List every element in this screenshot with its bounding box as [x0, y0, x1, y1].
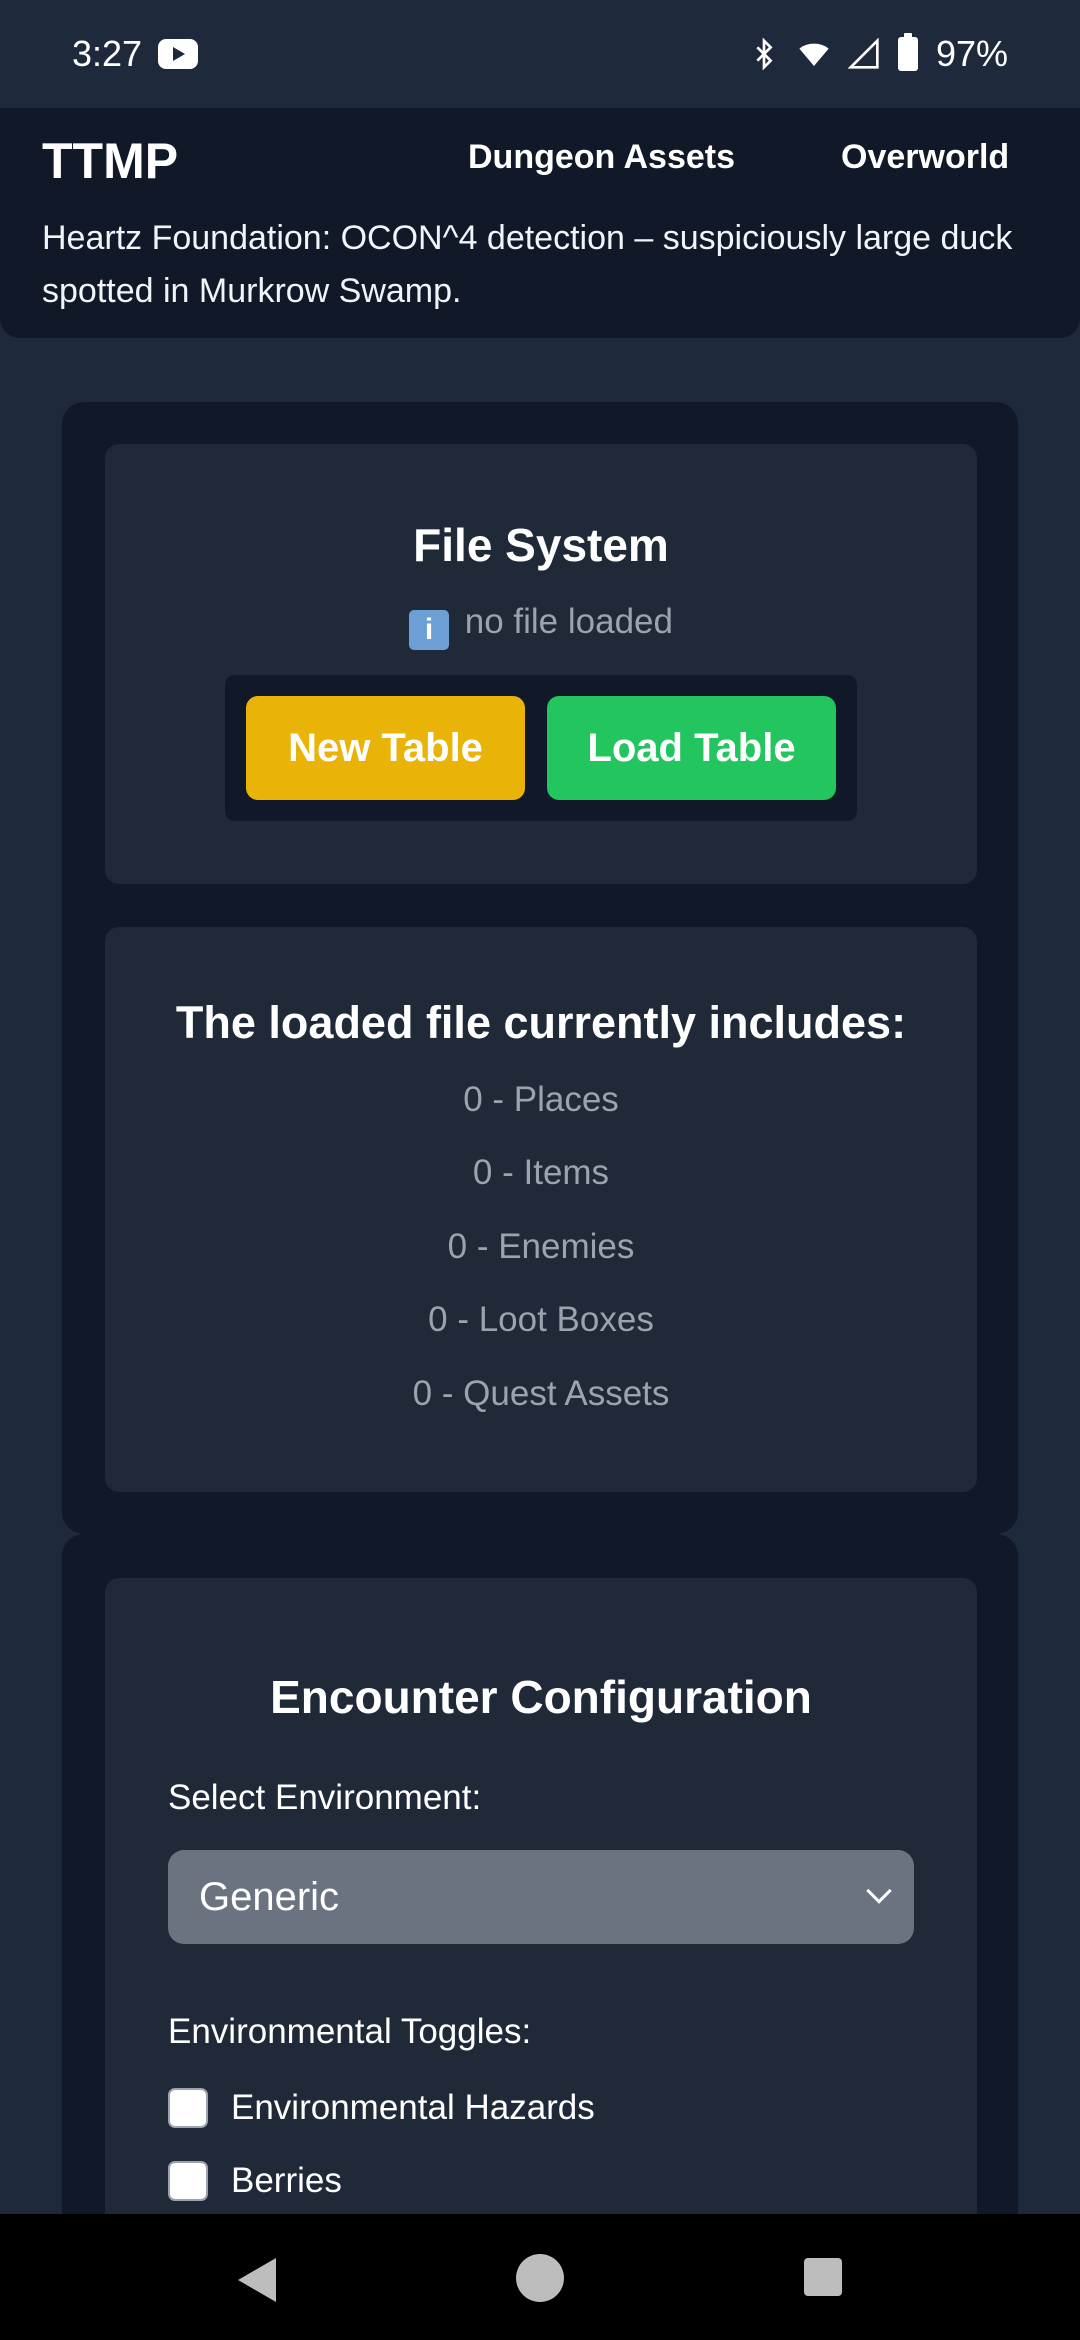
- includes-items: 0 - Items: [472, 1153, 610, 1192]
- back-icon[interactable]: [238, 2258, 276, 2302]
- includes-places: 0 - Places: [463, 1080, 619, 1119]
- recents-icon[interactable]: [804, 2258, 842, 2296]
- includes-quest-assets: 0 - Quest Assets: [412, 1374, 670, 1413]
- includes-enemies: 0 - Enemies: [447, 1227, 635, 1266]
- nav-dungeon-assets[interactable]: Dungeon Assets: [468, 138, 735, 177]
- youtube-icon: [158, 39, 199, 69]
- home-icon[interactable]: [516, 2254, 564, 2302]
- file-system-title: File System: [413, 519, 669, 571]
- encounter-card: Encounter Configuration Select Environme…: [105, 1578, 977, 2278]
- includes-title: The loaded file currently includes:: [175, 997, 907, 1048]
- signal-icon: [847, 37, 879, 69]
- info-icon: i: [409, 610, 450, 650]
- nav-overworld[interactable]: Overworld: [841, 138, 1009, 177]
- status-bar: 3:27 97%: [0, 0, 1080, 108]
- encounter-title: Encounter Configuration: [270, 1671, 812, 1723]
- file-status: i no file loaded: [105, 602, 977, 650]
- hazards-label: Environmental Hazards: [231, 2088, 595, 2127]
- berries-label: Berries: [231, 2161, 342, 2200]
- berries-checkbox[interactable]: [168, 2161, 208, 2201]
- file-status-text: no file loaded: [464, 602, 673, 641]
- wifi-icon: [799, 43, 829, 66]
- status-time: 3:27: [72, 33, 143, 74]
- toggle-environmental-hazards[interactable]: Environmental Hazards: [168, 2083, 595, 2133]
- environment-label: Select Environment:: [168, 1778, 482, 1817]
- news-ticker: Heartz Foundation: OCON^4 detection – su…: [42, 219, 1013, 310]
- hazards-checkbox[interactable]: [168, 2088, 208, 2128]
- environment-select[interactable]: Generic: [168, 1850, 914, 1944]
- status-icons: 97%: [748, 33, 1008, 75]
- chevron-down-icon: [866, 1878, 892, 1904]
- load-table-button[interactable]: Load Table: [547, 696, 836, 800]
- environment-select-value: Generic: [199, 1875, 340, 1919]
- toggle-berries[interactable]: Berries: [168, 2156, 342, 2206]
- new-table-button[interactable]: New Table: [246, 696, 525, 800]
- battery-icon: [897, 33, 918, 71]
- system-nav-bar: [0, 2214, 1080, 2340]
- toggles-label: Environmental Toggles:: [168, 2012, 532, 2051]
- bluetooth-icon: [756, 37, 773, 71]
- file-button-group: New Table Load Table: [225, 675, 857, 821]
- battery-level: 97%: [935, 33, 1008, 74]
- app-header: TTMP Dungeon Assets Overworld Heartz Fou…: [0, 108, 1080, 338]
- file-system-card: File System i no file loaded New Table L…: [105, 444, 977, 884]
- brand-logo[interactable]: TTMP: [42, 132, 178, 190]
- file-includes-card: The loaded file currently includes: 0 - …: [105, 927, 977, 1492]
- includes-loot-boxes: 0 - Loot Boxes: [428, 1300, 654, 1339]
